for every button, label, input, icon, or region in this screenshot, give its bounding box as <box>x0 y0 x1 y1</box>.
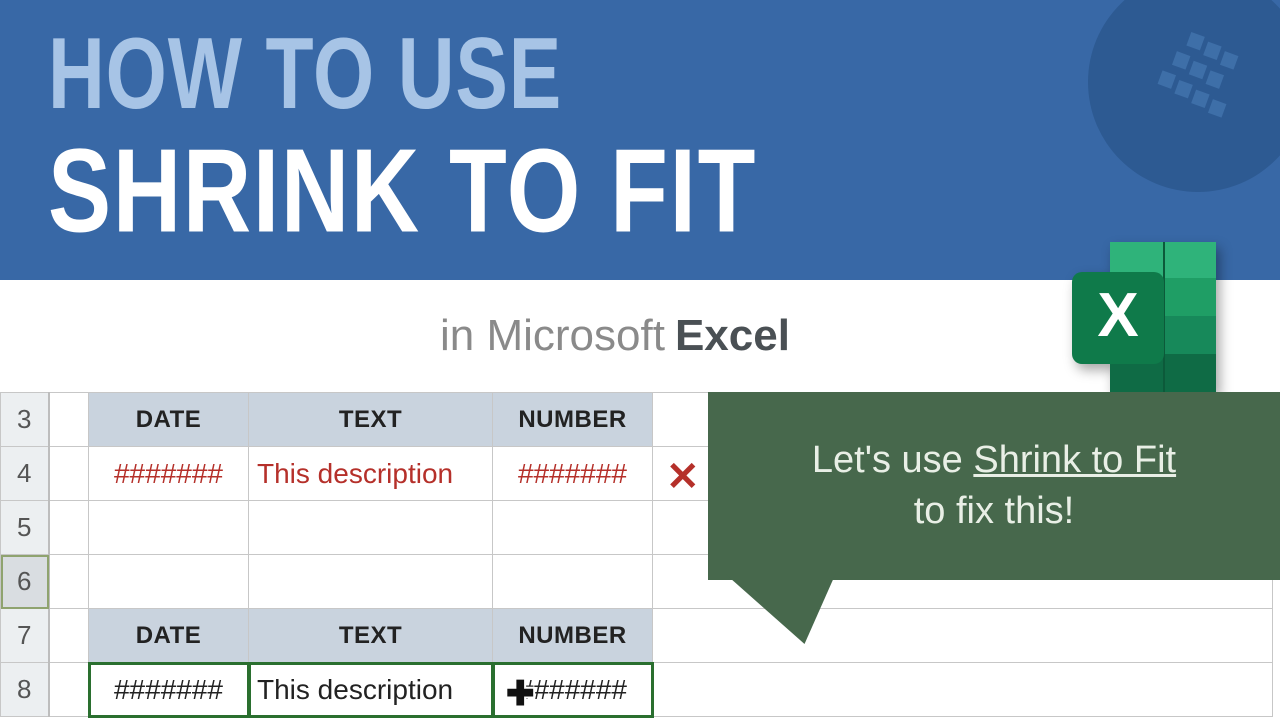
subtitle-strong: Excel <box>675 311 790 361</box>
cell-text-selected[interactable]: This description <box>249 663 493 717</box>
subtitle-bar: in Microsoft Excel X <box>0 280 1280 392</box>
title-maintext: SHRINK TO FIT <box>48 132 1066 251</box>
cell-text-overflow[interactable]: This description <box>249 447 493 501</box>
row-header: 4 <box>1 447 49 501</box>
cell-number-overflow[interactable]: ####### <box>493 447 653 501</box>
callout-underline: Shrink to Fit <box>973 439 1176 481</box>
column-header-number: NUMBER <box>493 609 653 663</box>
table-row: 8 ####### This description ####### <box>1 663 1273 717</box>
title-pretext: HOW TO USE <box>48 24 1019 125</box>
subtitle-prefix: in Microsoft <box>440 311 665 361</box>
column-header-text: TEXT <box>249 609 493 663</box>
column-header-date: DATE <box>89 393 249 447</box>
cell-date-overflow[interactable]: ####### <box>89 447 249 501</box>
table-row: 7 DATE TEXT NUMBER <box>1 609 1273 663</box>
row-header: 7 <box>1 609 49 663</box>
spreadsheet-preview: 3 DATE TEXT NUMBER 4 ####### This descri… <box>0 392 1280 720</box>
row-header: 8 <box>1 663 49 717</box>
error-x-icon: ✕ <box>666 454 700 500</box>
brand-watermark-icon <box>1088 0 1280 192</box>
column-header-date: DATE <box>89 609 249 663</box>
excel-cursor-icon: ✚ <box>506 674 535 714</box>
svg-text:X: X <box>1097 281 1138 350</box>
column-header-number: NUMBER <box>493 393 653 447</box>
callout-bubble: Let's use Shrink to Fit to fix this! <box>708 392 1280 580</box>
column-header-text: TEXT <box>249 393 493 447</box>
row-header: 6 <box>1 555 49 609</box>
callout-post: to fix this! <box>914 490 1075 532</box>
callout-pre: Let's use <box>812 439 973 481</box>
excel-icon: X <box>1052 228 1232 408</box>
cell-date-selected[interactable]: ####### <box>89 663 249 717</box>
row-header: 5 <box>1 501 49 555</box>
row-header: 3 <box>1 393 49 447</box>
